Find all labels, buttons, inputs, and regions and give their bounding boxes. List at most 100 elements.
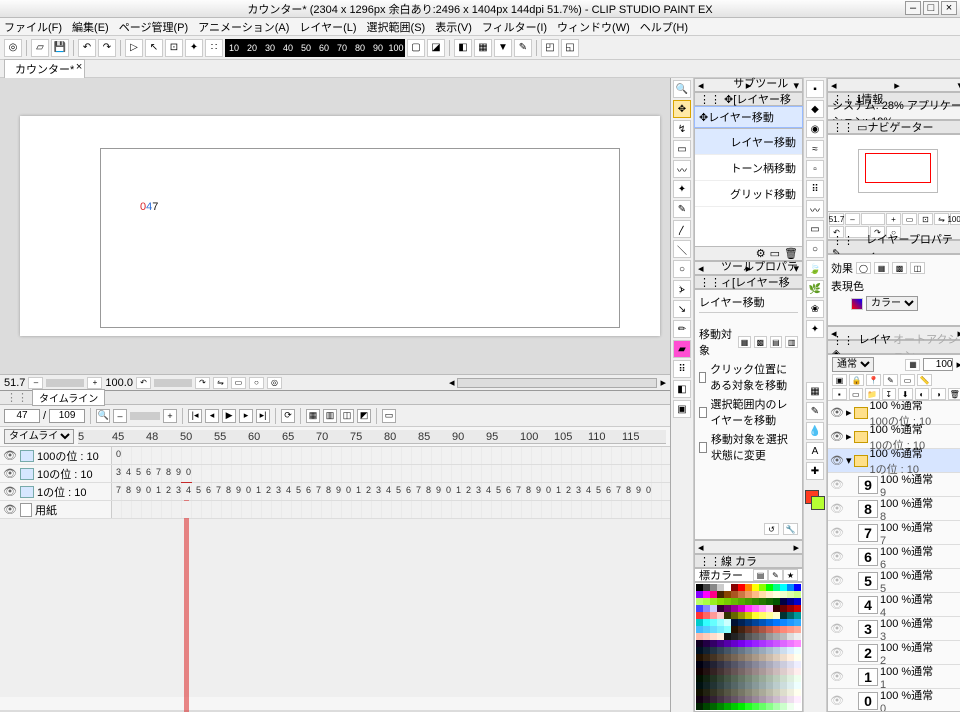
color-swatch[interactable] [787, 675, 794, 682]
h-scroll-right-icon[interactable]: ▸ [660, 376, 666, 389]
color-swatch[interactable] [780, 703, 787, 710]
color-swatch[interactable] [780, 619, 787, 626]
color-swatch[interactable] [738, 584, 745, 591]
color-swatch[interactable] [787, 668, 794, 675]
layer-cel-row[interactable]: 👁8100 %通常8 [828, 497, 960, 521]
brush-size-20[interactable]: 20 [243, 39, 261, 57]
timeline-row-head[interactable]: 👁用紙 [0, 501, 112, 518]
color-swatch[interactable] [710, 654, 717, 661]
color-swatch[interactable] [717, 612, 724, 619]
cel-number[interactable]: 4 [126, 467, 131, 477]
cel-number[interactable]: 1 [456, 485, 461, 495]
color-swatch[interactable] [766, 598, 773, 605]
brush-size-100[interactable]: 100 [387, 39, 405, 57]
color-swatch[interactable] [780, 689, 787, 696]
timeline-row-head[interactable]: 👁100の位 : 10 [0, 447, 112, 464]
expand-icon[interactable]: ▸ [846, 430, 852, 443]
cel-number[interactable]: 5 [196, 485, 201, 495]
cel-number[interactable]: 8 [426, 485, 431, 495]
color-swatch[interactable] [766, 703, 773, 710]
color-swatch[interactable] [794, 703, 801, 710]
opt-click-pos[interactable]: クリック位置にある対象を移動 [699, 361, 798, 393]
l-transfer-icon[interactable]: ↧ [882, 388, 897, 400]
color-swatch[interactable] [738, 633, 745, 640]
color-swatch[interactable] [724, 696, 731, 703]
h-scrollbar[interactable] [457, 378, 657, 388]
color-swatch[interactable] [710, 612, 717, 619]
timeline-row-head[interactable]: 👁1の位 : 10 [0, 483, 112, 500]
color-swatch[interactable] [794, 682, 801, 689]
color-swatch[interactable] [710, 696, 717, 703]
folder-next-icon[interactable]: ◱ [561, 39, 579, 57]
cel-number[interactable]: 3 [116, 467, 121, 477]
navigator[interactable] [827, 134, 960, 212]
cel-number[interactable]: 2 [566, 485, 571, 495]
color-swatch[interactable] [717, 654, 724, 661]
visibility-icon[interactable]: 👁 [3, 449, 17, 462]
l-new-icon[interactable]: ▭ [849, 388, 864, 400]
cel-number[interactable]: 3 [276, 485, 281, 495]
layer-cel-row[interactable]: 👁6100 %通常6 [828, 545, 960, 569]
color-swatch[interactable] [696, 654, 703, 661]
color-swatch[interactable] [703, 626, 710, 633]
nav-zoom-out-icon[interactable]: – [845, 213, 860, 225]
cel-number[interactable]: 8 [626, 485, 631, 495]
cel-number[interactable]: 8 [526, 485, 531, 495]
subtool-item[interactable]: グリッド移動 [695, 181, 802, 207]
color-swatch[interactable] [710, 626, 717, 633]
color-swatch[interactable] [738, 591, 745, 598]
color-swatch[interactable] [738, 605, 745, 612]
color-swatch[interactable] [787, 591, 794, 598]
color-swatch[interactable] [766, 647, 773, 654]
color-swatch[interactable] [766, 605, 773, 612]
color-swatch[interactable] [766, 689, 773, 696]
layer-cel-row[interactable]: 👁3100 %通常3 [828, 617, 960, 641]
color-swatch[interactable] [703, 640, 710, 647]
cel-number[interactable]: 9 [536, 485, 541, 495]
cel-number[interactable]: 0 [146, 485, 151, 495]
color-swatch[interactable] [696, 682, 703, 689]
lasso-tool-icon[interactable]: 〰 [673, 160, 691, 178]
color-swatch[interactable] [703, 689, 710, 696]
timeline-track[interactable]: 0 [112, 447, 670, 464]
ruler-icon[interactable]: 📏 [917, 374, 932, 386]
subtool-item[interactable]: トーン柄移動 [695, 155, 802, 181]
color-swatch[interactable] [724, 668, 731, 675]
expand-icon[interactable]: ▸ [846, 406, 852, 419]
color-swatch[interactable] [710, 598, 717, 605]
color-swatch[interactable] [766, 584, 773, 591]
document-tab[interactable]: カウンター* × [4, 59, 85, 79]
l-folder-icon[interactable]: 📁 [865, 388, 880, 400]
gradient-tool-icon[interactable]: ◧ [673, 380, 691, 398]
layer-cel-row[interactable]: 👁4100 %通常4 [828, 593, 960, 617]
color-swatch[interactable] [717, 703, 724, 710]
color-swatch[interactable] [703, 682, 710, 689]
color-swatch[interactable] [752, 591, 759, 598]
color-swatch[interactable] [794, 689, 801, 696]
color-swatch[interactable] [794, 591, 801, 598]
color-swatch[interactable] [787, 689, 794, 696]
fx-border-icon[interactable]: ◯ [856, 262, 871, 274]
view-icon[interactable]: ▦ [474, 39, 492, 57]
color-swatch[interactable] [745, 605, 752, 612]
color-swatch[interactable] [745, 584, 752, 591]
blend-mode-select[interactable]: 通常 [832, 357, 874, 372]
color-swatch[interactable] [773, 696, 780, 703]
fx-extract-icon[interactable]: ◫ [910, 262, 925, 274]
color-swatch[interactable] [696, 675, 703, 682]
sparkle-icon[interactable]: ✦ [806, 320, 824, 338]
color-swatch[interactable] [710, 682, 717, 689]
export-button[interactable]: ▭ [382, 409, 396, 423]
opt-set-selected[interactable]: 移動対象を選択状態に変更 [699, 431, 798, 463]
correct-tool-icon[interactable]: ✚ [806, 462, 824, 480]
cel-number[interactable]: 6 [146, 467, 151, 477]
canvas-frame[interactable] [100, 148, 620, 328]
color-swatch[interactable] [696, 640, 703, 647]
color-swatch[interactable] [745, 640, 752, 647]
color-swatch[interactable] [752, 598, 759, 605]
cel-number[interactable]: 9 [136, 485, 141, 495]
color-swatch[interactable] [766, 675, 773, 682]
color-swatch[interactable] [731, 696, 738, 703]
visibility-icon[interactable]: 👁 [830, 502, 844, 515]
color-swatch[interactable] [766, 661, 773, 668]
